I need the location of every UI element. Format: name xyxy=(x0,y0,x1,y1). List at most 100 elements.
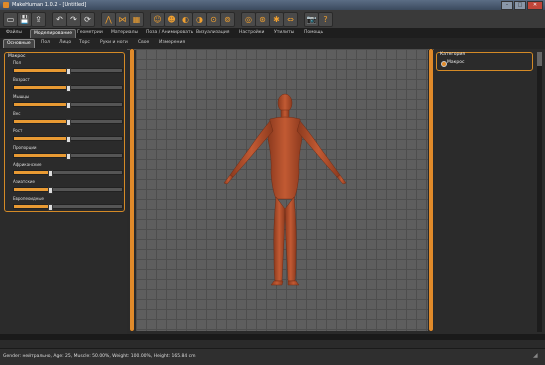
tab-sub-4[interactable]: Руки и ноги xyxy=(97,39,131,47)
export-icon[interactable]: ⇪ xyxy=(31,12,46,27)
pose-icon[interactable]: ✱ xyxy=(269,12,284,27)
close-button[interactable]: ✕ xyxy=(527,1,543,10)
left-panel-scrollbar[interactable] xyxy=(130,49,134,331)
macro-slider[interactable] xyxy=(13,153,123,160)
slider-fill xyxy=(14,86,68,89)
category-title: Категория xyxy=(440,52,465,57)
macro-slider[interactable] xyxy=(13,136,123,143)
tab-sub-2[interactable]: Лицо xyxy=(56,39,74,47)
minimize-button[interactable]: – xyxy=(501,1,513,10)
toolbar: ▭ 💾 ⇪ ↶ ↷ ⟳ ⋀ ⋈ ▦ ☺ ☻ ◐ ◑ ⊙ ⊚ ◎ ⊛ ✱ ⇔ 📷? xyxy=(0,10,545,29)
checker-background-icon[interactable]: ▦ xyxy=(129,12,144,27)
macro-groupbox: Макрос Пол Возраст Мышцы Вес Рост Пропорции Аф… xyxy=(4,52,125,212)
slider-fill xyxy=(14,69,68,72)
save-icon[interactable]: 💾 xyxy=(17,12,32,27)
front-view-icon[interactable]: ☺ xyxy=(150,12,165,27)
model-head xyxy=(277,93,293,113)
category-groupbox: Категория Макрос xyxy=(436,52,533,71)
tab-sub-5[interactable]: Свое xyxy=(135,39,152,47)
macro-slider[interactable] xyxy=(13,102,123,109)
maximize-button[interactable]: □ xyxy=(514,1,526,10)
slider-handle[interactable] xyxy=(66,68,71,75)
slider-handle[interactable] xyxy=(66,119,71,126)
macro-slider[interactable] xyxy=(13,85,123,92)
tab-main-4[interactable]: Поза / Анимировать xyxy=(143,29,196,37)
tab-main-5[interactable]: Визуализация xyxy=(193,29,232,37)
model-right-hand xyxy=(336,174,347,185)
tab-main-3[interactable]: Материалы xyxy=(108,29,141,37)
screenshot-icon[interactable]: 📷 xyxy=(304,12,319,27)
left-view-icon[interactable]: ◐ xyxy=(178,12,193,27)
slider-handle[interactable] xyxy=(66,153,71,160)
slider-handle[interactable] xyxy=(66,136,71,143)
macro-slider[interactable] xyxy=(13,187,123,194)
smooth-icon[interactable]: ⋀ xyxy=(101,12,116,27)
reset-icon[interactable]: ⟳ xyxy=(80,12,95,27)
tab-sub-1[interactable]: Пол xyxy=(38,39,53,47)
tab-main-8[interactable]: Помощь xyxy=(301,29,326,37)
slider-label: Пол xyxy=(13,60,22,65)
human-model[interactable] xyxy=(136,49,428,331)
slider-fill xyxy=(14,188,50,191)
tab-sub-0[interactable]: Основные xyxy=(3,39,35,48)
slider-fill xyxy=(14,120,68,123)
resize-grip-icon[interactable]: ◢ xyxy=(533,352,543,362)
model-right-leg xyxy=(284,196,297,282)
scroll-thumb[interactable] xyxy=(429,49,433,331)
global-camera-icon[interactable]: ◎ xyxy=(241,12,256,27)
slider-label: Вес xyxy=(13,111,21,116)
redo-icon[interactable]: ↷ xyxy=(66,12,81,27)
slider-label: Африканские xyxy=(13,162,42,167)
symmetry-icon[interactable]: ⇔ xyxy=(283,12,298,27)
slider-label: Европеоидные xyxy=(13,196,44,201)
tab-main-2[interactable]: Геометрии xyxy=(74,29,106,37)
undo-icon[interactable]: ↶ xyxy=(52,12,67,27)
right-viewport-scrollbar[interactable] xyxy=(429,49,433,331)
model-left-foot xyxy=(270,280,284,286)
slider-handle[interactable] xyxy=(48,170,53,177)
back-view-icon[interactable]: ☻ xyxy=(164,12,179,27)
model-left-arm xyxy=(229,120,274,178)
app-icon xyxy=(3,2,9,8)
right-panel-scrollbar[interactable] xyxy=(537,52,542,332)
slider-label: Азиатские xyxy=(13,179,35,184)
right-panel: Категория Макрос xyxy=(434,49,545,334)
right-view-icon[interactable]: ◑ xyxy=(192,12,207,27)
macro-slider[interactable] xyxy=(13,170,123,177)
tab-main-7[interactable]: Утилиты xyxy=(271,29,297,37)
tab-main-0[interactable]: Файлы xyxy=(3,29,25,37)
scroll-thumb[interactable] xyxy=(130,49,134,331)
model-left-leg xyxy=(273,196,286,282)
3d-viewport[interactable] xyxy=(136,49,428,331)
category-option-label[interactable]: Макрос xyxy=(447,60,464,65)
model-torso xyxy=(267,116,303,200)
slider-handle[interactable] xyxy=(66,85,71,92)
horizontal-scrollbar[interactable] xyxy=(0,334,545,340)
tab-main-6[interactable]: Настройки xyxy=(236,29,267,37)
slider-label: Мышцы xyxy=(13,94,30,99)
main-tab-bar: Файлы Моделирование Геометрии Материалы Поза… xyxy=(0,28,545,38)
face-camera-icon[interactable]: ⊛ xyxy=(255,12,270,27)
bottom-view-icon[interactable]: ⊚ xyxy=(220,12,235,27)
top-view-icon[interactable]: ⊙ xyxy=(206,12,221,27)
slider-label: Пропорции xyxy=(13,145,37,150)
slider-handle[interactable] xyxy=(48,187,53,194)
slider-fill xyxy=(14,205,50,208)
wireframe-icon[interactable]: ⋈ xyxy=(115,12,130,27)
slider-handle[interactable] xyxy=(48,204,53,211)
model-left-hand xyxy=(223,174,234,185)
macro-slider[interactable] xyxy=(13,204,123,211)
undo-save-icon[interactable]: ▭ xyxy=(3,12,18,27)
macro-slider[interactable] xyxy=(13,68,123,75)
slider-fill xyxy=(14,103,68,106)
slider-handle[interactable] xyxy=(66,102,71,109)
help-icon[interactable]: ? xyxy=(318,12,333,27)
scroll-thumb[interactable] xyxy=(537,52,542,66)
status-text: Gender: нейтрально, Age: 25, Muscle: 50.… xyxy=(3,354,196,359)
macro-slider[interactable] xyxy=(13,119,123,126)
slider-fill xyxy=(14,171,50,174)
tab-sub-6[interactable]: Измерения xyxy=(156,39,188,47)
tab-main-1[interactable]: Моделирование xyxy=(30,29,76,38)
tab-sub-3[interactable]: Торс xyxy=(76,39,93,47)
window-title: MakeHuman 1.0.2 - [Untitled] xyxy=(12,2,87,8)
